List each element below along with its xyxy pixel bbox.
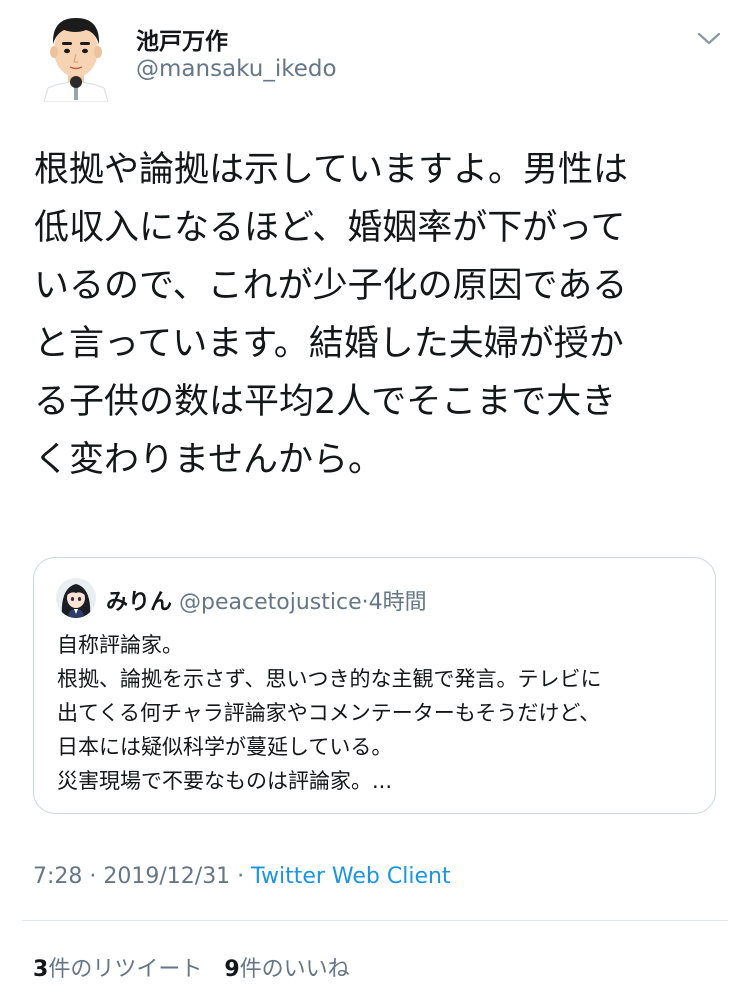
quoted-author-handle: @peacetojustice xyxy=(179,590,362,615)
quoted-tweet-header: みりん @peacetojustice·4時間 xyxy=(106,584,427,616)
retweets-count: 3 xyxy=(33,957,49,982)
quoted-author-name: みりん xyxy=(106,590,173,615)
tweet-text: 根拠や論拠は示していますよ。男性は 低収入になるほど、婚姻率が下がって いるので… xyxy=(34,150,628,480)
divider xyxy=(22,920,728,921)
retweets-stat[interactable]: 3件のリツイート xyxy=(33,957,202,982)
tweet-stats: 3件のリツイート 9件のいいね xyxy=(33,951,350,983)
retweets-label: 件のリツイート xyxy=(48,957,203,982)
author-handle[interactable]: @mansaku_ikedo xyxy=(136,56,337,82)
likes-label: 件のいいね xyxy=(239,957,350,982)
quoted-tweet-text: 自称評論家。 根拠、論拠を示さず、思いつき的な主観で発言。テレビに 出てくる何チ… xyxy=(57,633,602,793)
tweet-timestamp[interactable]: 7:28 · 2019/12/31 · xyxy=(33,864,244,889)
quoted-author-avatar xyxy=(56,578,96,618)
quoted-timestamp: 4時間 xyxy=(368,590,427,615)
tweet-header: 池戸万作 @mansaku_ikedo xyxy=(0,0,750,110)
tweet-meta: 7:28 · 2019/12/31 · Twitter Web Client xyxy=(33,864,451,889)
quoted-separator: · xyxy=(361,590,369,615)
author-avatar[interactable] xyxy=(38,10,114,103)
author-name[interactable]: 池戸万作 xyxy=(136,22,228,56)
likes-stat[interactable]: 9件のいいね xyxy=(224,957,349,982)
chevron-down-icon[interactable] xyxy=(696,30,722,48)
likes-count: 9 xyxy=(224,957,240,982)
client-link[interactable]: Twitter Web Client xyxy=(251,864,450,889)
quoted-tweet-card[interactable]: みりん @peacetojustice·4時間 自称評論家。 根拠、論拠を示さず… xyxy=(33,557,716,814)
